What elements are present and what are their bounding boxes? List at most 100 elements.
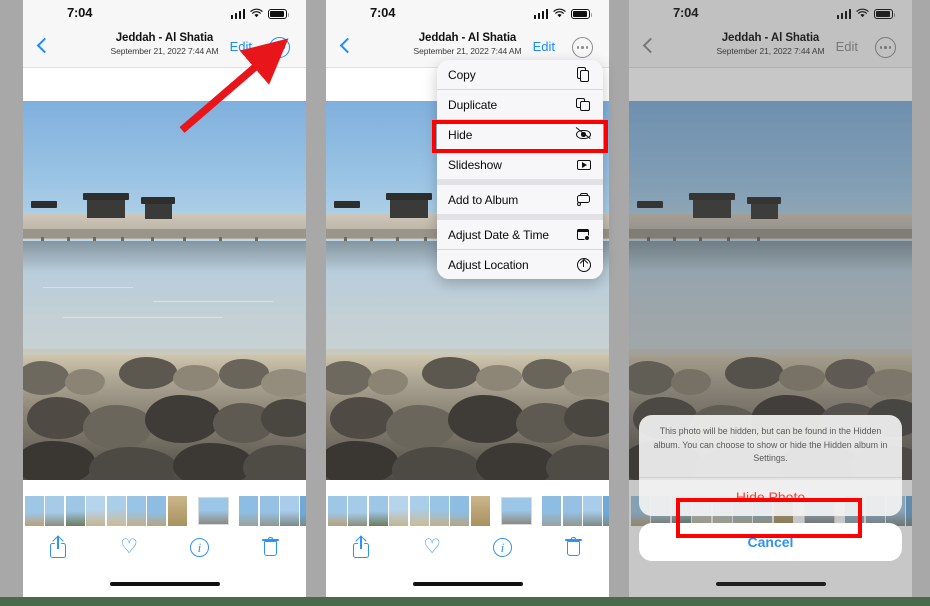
thumbnail-item-selected[interactable] bbox=[499, 496, 533, 526]
photo-hut-roof bbox=[141, 197, 175, 204]
thumbnail-strip[interactable] bbox=[326, 496, 609, 526]
slideshow-icon bbox=[575, 156, 592, 173]
eye-slash-icon bbox=[575, 126, 592, 143]
context-menu-item-add-to-album[interactable]: Add to Album bbox=[437, 185, 603, 214]
photo-rock bbox=[145, 395, 221, 443]
status-bar-indicators bbox=[533, 8, 593, 19]
photo-rock bbox=[326, 441, 398, 480]
photo-hut bbox=[390, 200, 428, 218]
phone-panel-step-3: 7:04 Jeddah - Al Shatia September 21, 20… bbox=[629, 0, 912, 597]
cellular-signal-icon bbox=[533, 8, 548, 19]
thumbnail-item[interactable] bbox=[25, 496, 44, 526]
ellipsis-circle-icon[interactable] bbox=[572, 37, 593, 58]
heart-icon[interactable]: ♡ bbox=[116, 534, 142, 560]
thumbnail-item[interactable] bbox=[562, 496, 582, 526]
photo-rock bbox=[89, 447, 177, 480]
context-menu-item-hide[interactable]: Hide bbox=[437, 120, 603, 149]
photo-rock bbox=[448, 395, 524, 443]
context-menu-item-adjust-date[interactable]: Adjust Date & Time bbox=[437, 220, 603, 249]
thumbnail-item[interactable] bbox=[259, 496, 279, 526]
thumbnail-item[interactable] bbox=[280, 496, 300, 526]
edit-button[interactable]: Edit bbox=[533, 39, 555, 54]
battery-icon bbox=[571, 9, 593, 19]
status-bar: 7:04 bbox=[326, 0, 609, 28]
thumbnail-item[interactable] bbox=[147, 496, 167, 526]
photo-hut bbox=[145, 204, 172, 219]
context-menu-label: Hide bbox=[448, 127, 473, 142]
cancel-button[interactable]: Cancel bbox=[639, 523, 902, 561]
copy-icon bbox=[575, 66, 592, 83]
thumbnail-item[interactable] bbox=[470, 496, 490, 526]
thumbnail-strip[interactable] bbox=[23, 496, 306, 526]
info-circle-icon[interactable]: i bbox=[187, 534, 213, 560]
photo-rock bbox=[23, 441, 95, 480]
bottom-toolbar: ♡ i bbox=[23, 526, 306, 568]
navigation-title-group: Jeddah - Al Shatia September 21, 2022 7:… bbox=[326, 32, 609, 56]
navigation-title-group: Jeddah - Al Shatia September 21, 2022 7:… bbox=[23, 32, 306, 56]
thumbnail-gap bbox=[534, 496, 541, 526]
photo-timestamp: September 21, 2022 7:44 AM bbox=[413, 46, 522, 56]
context-menu-label: Copy bbox=[448, 67, 476, 82]
thumbnail-spacer bbox=[23, 480, 306, 496]
photo-viewer[interactable] bbox=[23, 101, 306, 480]
ellipsis-circle-icon[interactable] bbox=[269, 37, 290, 58]
thumbnail-item[interactable] bbox=[409, 496, 429, 526]
thumbnail-item[interactable] bbox=[300, 496, 306, 526]
photo-rock bbox=[564, 369, 609, 397]
photo-rock bbox=[330, 397, 394, 439]
photo-rock bbox=[386, 405, 456, 449]
edit-button[interactable]: Edit bbox=[230, 39, 252, 54]
context-menu-item-slideshow[interactable]: Slideshow bbox=[437, 150, 603, 179]
thumbnail-item[interactable] bbox=[328, 496, 347, 526]
thumbnail-item[interactable] bbox=[86, 496, 106, 526]
thumbnail-item[interactable] bbox=[389, 496, 409, 526]
info-circle-icon[interactable]: i bbox=[490, 534, 516, 560]
home-indicator bbox=[326, 568, 609, 594]
thumbnail-item[interactable] bbox=[542, 496, 562, 526]
context-menu-label: Adjust Date & Time bbox=[448, 227, 549, 242]
photo-hut-roof bbox=[31, 201, 57, 208]
context-menu-label: Add to Album bbox=[448, 192, 519, 207]
thumbnail-spacer bbox=[326, 480, 609, 496]
status-bar-indicators bbox=[230, 8, 290, 19]
photo-rock bbox=[173, 443, 253, 480]
photo-rock bbox=[392, 447, 480, 480]
thumbnail-item[interactable] bbox=[583, 496, 603, 526]
thumbnail-item[interactable] bbox=[348, 496, 368, 526]
photo-rock bbox=[368, 369, 408, 395]
share-icon[interactable] bbox=[348, 534, 374, 560]
thumbnail-item[interactable] bbox=[45, 496, 65, 526]
photo-rock bbox=[119, 357, 177, 389]
thumbnail-gap bbox=[188, 496, 195, 526]
share-icon[interactable] bbox=[45, 534, 71, 560]
thumbnail-item[interactable] bbox=[450, 496, 470, 526]
heart-icon[interactable]: ♡ bbox=[419, 534, 445, 560]
action-sheet-card: This photo will be hidden, but can be fo… bbox=[639, 415, 902, 516]
context-menu-item-copy[interactable]: Copy bbox=[437, 60, 603, 89]
trash-icon[interactable] bbox=[258, 534, 284, 560]
trash-icon[interactable] bbox=[561, 534, 587, 560]
thumbnail-item[interactable] bbox=[167, 496, 187, 526]
photo-rocky-shore bbox=[326, 355, 609, 480]
photo-rock bbox=[476, 365, 522, 391]
hide-photo-button[interactable]: Hide Photo bbox=[639, 478, 902, 516]
photo-pier-deck bbox=[23, 229, 306, 238]
photo-rock bbox=[422, 357, 480, 389]
thumbnail-item[interactable] bbox=[106, 496, 126, 526]
thumbnail-item[interactable] bbox=[368, 496, 388, 526]
hide-photo-action-sheet: This photo will be hidden, but can be fo… bbox=[639, 415, 902, 561]
thumbnail-item[interactable] bbox=[126, 496, 146, 526]
context-menu-label: Duplicate bbox=[448, 97, 498, 112]
thumbnail-item[interactable] bbox=[65, 496, 85, 526]
thumbnail-item-selected[interactable] bbox=[196, 496, 230, 526]
page-title: Jeddah - Al Shatia bbox=[418, 32, 517, 44]
screenshot-canvas: 7:04 Jeddah - Al Shatia September 21, 20… bbox=[0, 0, 930, 606]
wifi-icon bbox=[553, 8, 566, 18]
thumbnail-item[interactable] bbox=[429, 496, 449, 526]
status-bar-time: 7:04 bbox=[67, 5, 93, 20]
thumbnail-item[interactable] bbox=[239, 496, 259, 526]
context-menu-item-duplicate[interactable]: Duplicate bbox=[437, 90, 603, 119]
thumbnail-item[interactable] bbox=[603, 496, 609, 526]
status-bar: 7:04 bbox=[23, 0, 306, 28]
context-menu-item-adjust-location[interactable]: Adjust Location bbox=[437, 250, 603, 279]
